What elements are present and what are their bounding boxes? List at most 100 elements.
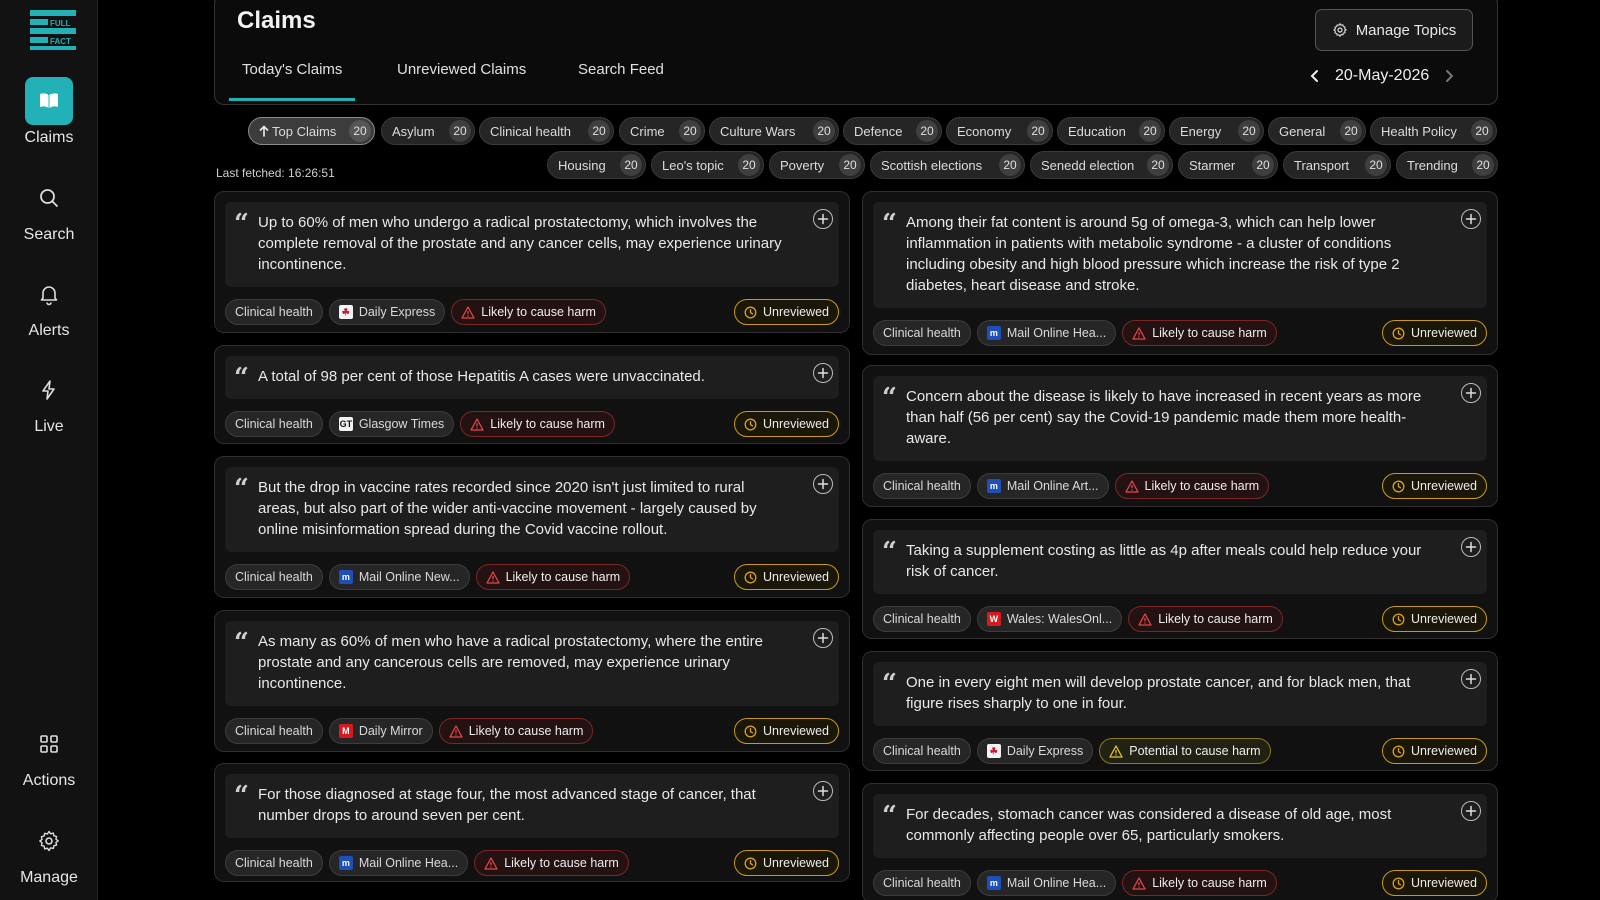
status-badge[interactable]: Unreviewed (1381, 320, 1487, 346)
topic-chip-trending[interactable]: Trending 20 (1396, 151, 1498, 179)
topic-tag[interactable]: Clinical health (225, 299, 323, 325)
harm-tag[interactable]: Likely to cause harm (475, 564, 631, 590)
topic-chip-leo-s-topic[interactable]: Leo's topic 20 (651, 151, 764, 179)
harm-tag[interactable]: Likely to cause harm (1122, 320, 1277, 346)
source-tag[interactable]: M Daily Mirror (328, 718, 433, 744)
topic-chip-asylum[interactable]: Asylum 20 (381, 117, 475, 145)
claim-card[interactable]: “ But the drop in vaccine rates recorded … (214, 456, 850, 598)
topic-tag[interactable]: Clinical health (225, 411, 323, 437)
nav-actions[interactable]: Actions (0, 720, 98, 790)
claim-card[interactable]: “ Up to 60% of men who undergo a radical … (214, 191, 850, 333)
nav-claims[interactable]: Claims (0, 77, 98, 147)
claim-card[interactable]: “ For those diagnosed at stage four, the … (214, 763, 850, 882)
status-badge[interactable]: Unreviewed (733, 850, 839, 876)
harm-tag[interactable]: Likely to cause harm (438, 718, 594, 744)
add-claim-button[interactable] (1461, 669, 1481, 689)
status-badge[interactable]: Unreviewed (733, 411, 839, 437)
source-tag[interactable]: m Mail Online Art... (976, 473, 1109, 499)
status-badge[interactable]: Unreviewed (733, 564, 839, 590)
nav-manage[interactable]: Manage (0, 817, 98, 887)
topic-chip-energy[interactable]: Energy 20 (1169, 117, 1264, 145)
status-badge[interactable]: Unreviewed (733, 718, 839, 744)
harm-tag[interactable]: Likely to cause harm (460, 411, 615, 437)
claim-card[interactable]: “ A total of 98 per cent of those Hepatit… (214, 345, 850, 444)
tab-todays-claims[interactable]: Today's Claims (229, 61, 356, 101)
topic-chip-defence[interactable]: Defence 20 (843, 117, 942, 145)
topic-tag[interactable]: Clinical health (873, 606, 971, 632)
topic-chip-count: 20 (349, 120, 371, 142)
topic-chip-crime[interactable]: Crime 20 (619, 117, 705, 145)
topic-chip-count: 20 (916, 120, 938, 142)
topic-tag[interactable]: Clinical health (225, 564, 323, 590)
topic-tag[interactable]: Clinical health (873, 473, 971, 499)
warning-icon (470, 417, 484, 431)
add-claim-button[interactable] (813, 628, 833, 648)
source-tag-label: Mail Online Art... (1006, 479, 1099, 493)
add-claim-button[interactable] (1461, 801, 1481, 821)
source-tag[interactable]: m Mail Online New... (328, 564, 470, 590)
claim-card[interactable]: “ One in every eight men will develop pro… (862, 651, 1498, 771)
status-badge[interactable]: Unreviewed (1381, 738, 1487, 764)
topic-chip-count: 20 (1147, 154, 1169, 176)
status-badge[interactable]: Unreviewed (1381, 606, 1487, 632)
source-tag[interactable]: GT Glasgow Times (328, 411, 455, 437)
add-claim-button[interactable] (813, 781, 833, 801)
nav-live[interactable]: Live (0, 366, 98, 436)
topic-tag[interactable]: Clinical health (225, 850, 323, 876)
add-claim-button[interactable] (1461, 209, 1481, 229)
topic-chip-general[interactable]: General 20 (1268, 117, 1366, 145)
add-claim-button[interactable] (813, 363, 833, 383)
status-badge[interactable]: Unreviewed (1381, 473, 1487, 499)
topic-tag[interactable]: Clinical health (873, 320, 971, 346)
topic-chip-top-claims[interactable]: Top Claims 20 (248, 117, 375, 145)
nav-search[interactable]: Search (0, 174, 98, 244)
topic-tag[interactable]: Clinical health (873, 738, 971, 764)
chevron-right-icon[interactable] (1443, 69, 1455, 83)
topic-chip-clinical-health[interactable]: Clinical health 20 (479, 117, 614, 145)
status-badge[interactable]: Unreviewed (1381, 870, 1487, 896)
tab-unreviewed-claims[interactable]: Unreviewed Claims (397, 61, 526, 101)
harm-tag[interactable]: Likely to cause harm (1128, 606, 1283, 632)
quote-icon: “ (882, 537, 897, 567)
add-claim-button[interactable] (1461, 537, 1481, 557)
topic-chip-scottish-elections[interactable]: Scottish elections 20 (870, 151, 1025, 179)
chevron-left-icon[interactable] (1309, 69, 1321, 83)
topic-chip-health-policy[interactable]: Health Policy 20 (1370, 117, 1497, 145)
topic-chip-transport[interactable]: Transport 20 (1283, 151, 1391, 179)
claim-card[interactable]: “ For decades, stomach cancer was conside… (862, 783, 1498, 900)
topic-tag[interactable]: Clinical health (225, 718, 323, 744)
manage-topics-button[interactable]: Manage Topics (1315, 9, 1473, 51)
topic-chip-starmer[interactable]: Starmer 20 (1178, 151, 1278, 179)
claim-card[interactable]: “ Concern about the disease is likely to … (862, 365, 1498, 507)
harm-tag[interactable]: Likely to cause harm (1114, 473, 1270, 499)
harm-tag[interactable]: Likely to cause harm (451, 299, 606, 325)
topic-chip-economy[interactable]: Economy 20 (946, 117, 1053, 145)
source-tag[interactable]: m Mail Online Hea... (976, 870, 1117, 896)
topic-chip-label: Culture Wars (720, 123, 796, 139)
add-claim-button[interactable] (1461, 383, 1481, 403)
topic-chip-culture-wars[interactable]: Culture Wars 20 (709, 117, 839, 145)
source-tag[interactable]: m Mail Online Hea... (976, 320, 1117, 346)
harm-tag[interactable]: Likely to cause harm (474, 850, 629, 876)
source-tag[interactable]: m Mail Online Hea... (328, 850, 469, 876)
tab-search-feed[interactable]: Search Feed (578, 61, 664, 101)
harm-tag[interactable]: Potential to cause harm (1099, 738, 1271, 764)
add-claim-button[interactable] (813, 209, 833, 229)
topic-chip-senedd-election[interactable]: Senedd election 20 (1030, 151, 1173, 179)
claim-card[interactable]: “ Taking a supplement costing as little a… (862, 519, 1498, 639)
full-fact-logo[interactable]: FULL FACT (30, 10, 76, 50)
claim-card[interactable]: “ As many as 60% of men who have a radica… (214, 610, 850, 752)
topic-chip-education[interactable]: Education 20 (1057, 117, 1165, 145)
status-badge-label: Unreviewed (1410, 876, 1477, 890)
topic-chip-poverty[interactable]: Poverty 20 (769, 151, 865, 179)
claim-card[interactable]: “ Among their fat content is around 5g of… (862, 191, 1498, 355)
source-tag[interactable]: ☘ Daily Express (328, 299, 446, 325)
add-claim-button[interactable] (813, 474, 833, 494)
topic-chip-housing[interactable]: Housing 20 (547, 151, 646, 179)
status-badge[interactable]: Unreviewed (733, 299, 839, 325)
source-tag[interactable]: W Wales: WalesOnl... (976, 606, 1123, 632)
harm-tag[interactable]: Likely to cause harm (1122, 870, 1277, 896)
source-tag[interactable]: ☘ Daily Express (976, 738, 1094, 764)
nav-alerts[interactable]: Alerts (0, 270, 98, 340)
topic-tag[interactable]: Clinical health (873, 870, 971, 896)
